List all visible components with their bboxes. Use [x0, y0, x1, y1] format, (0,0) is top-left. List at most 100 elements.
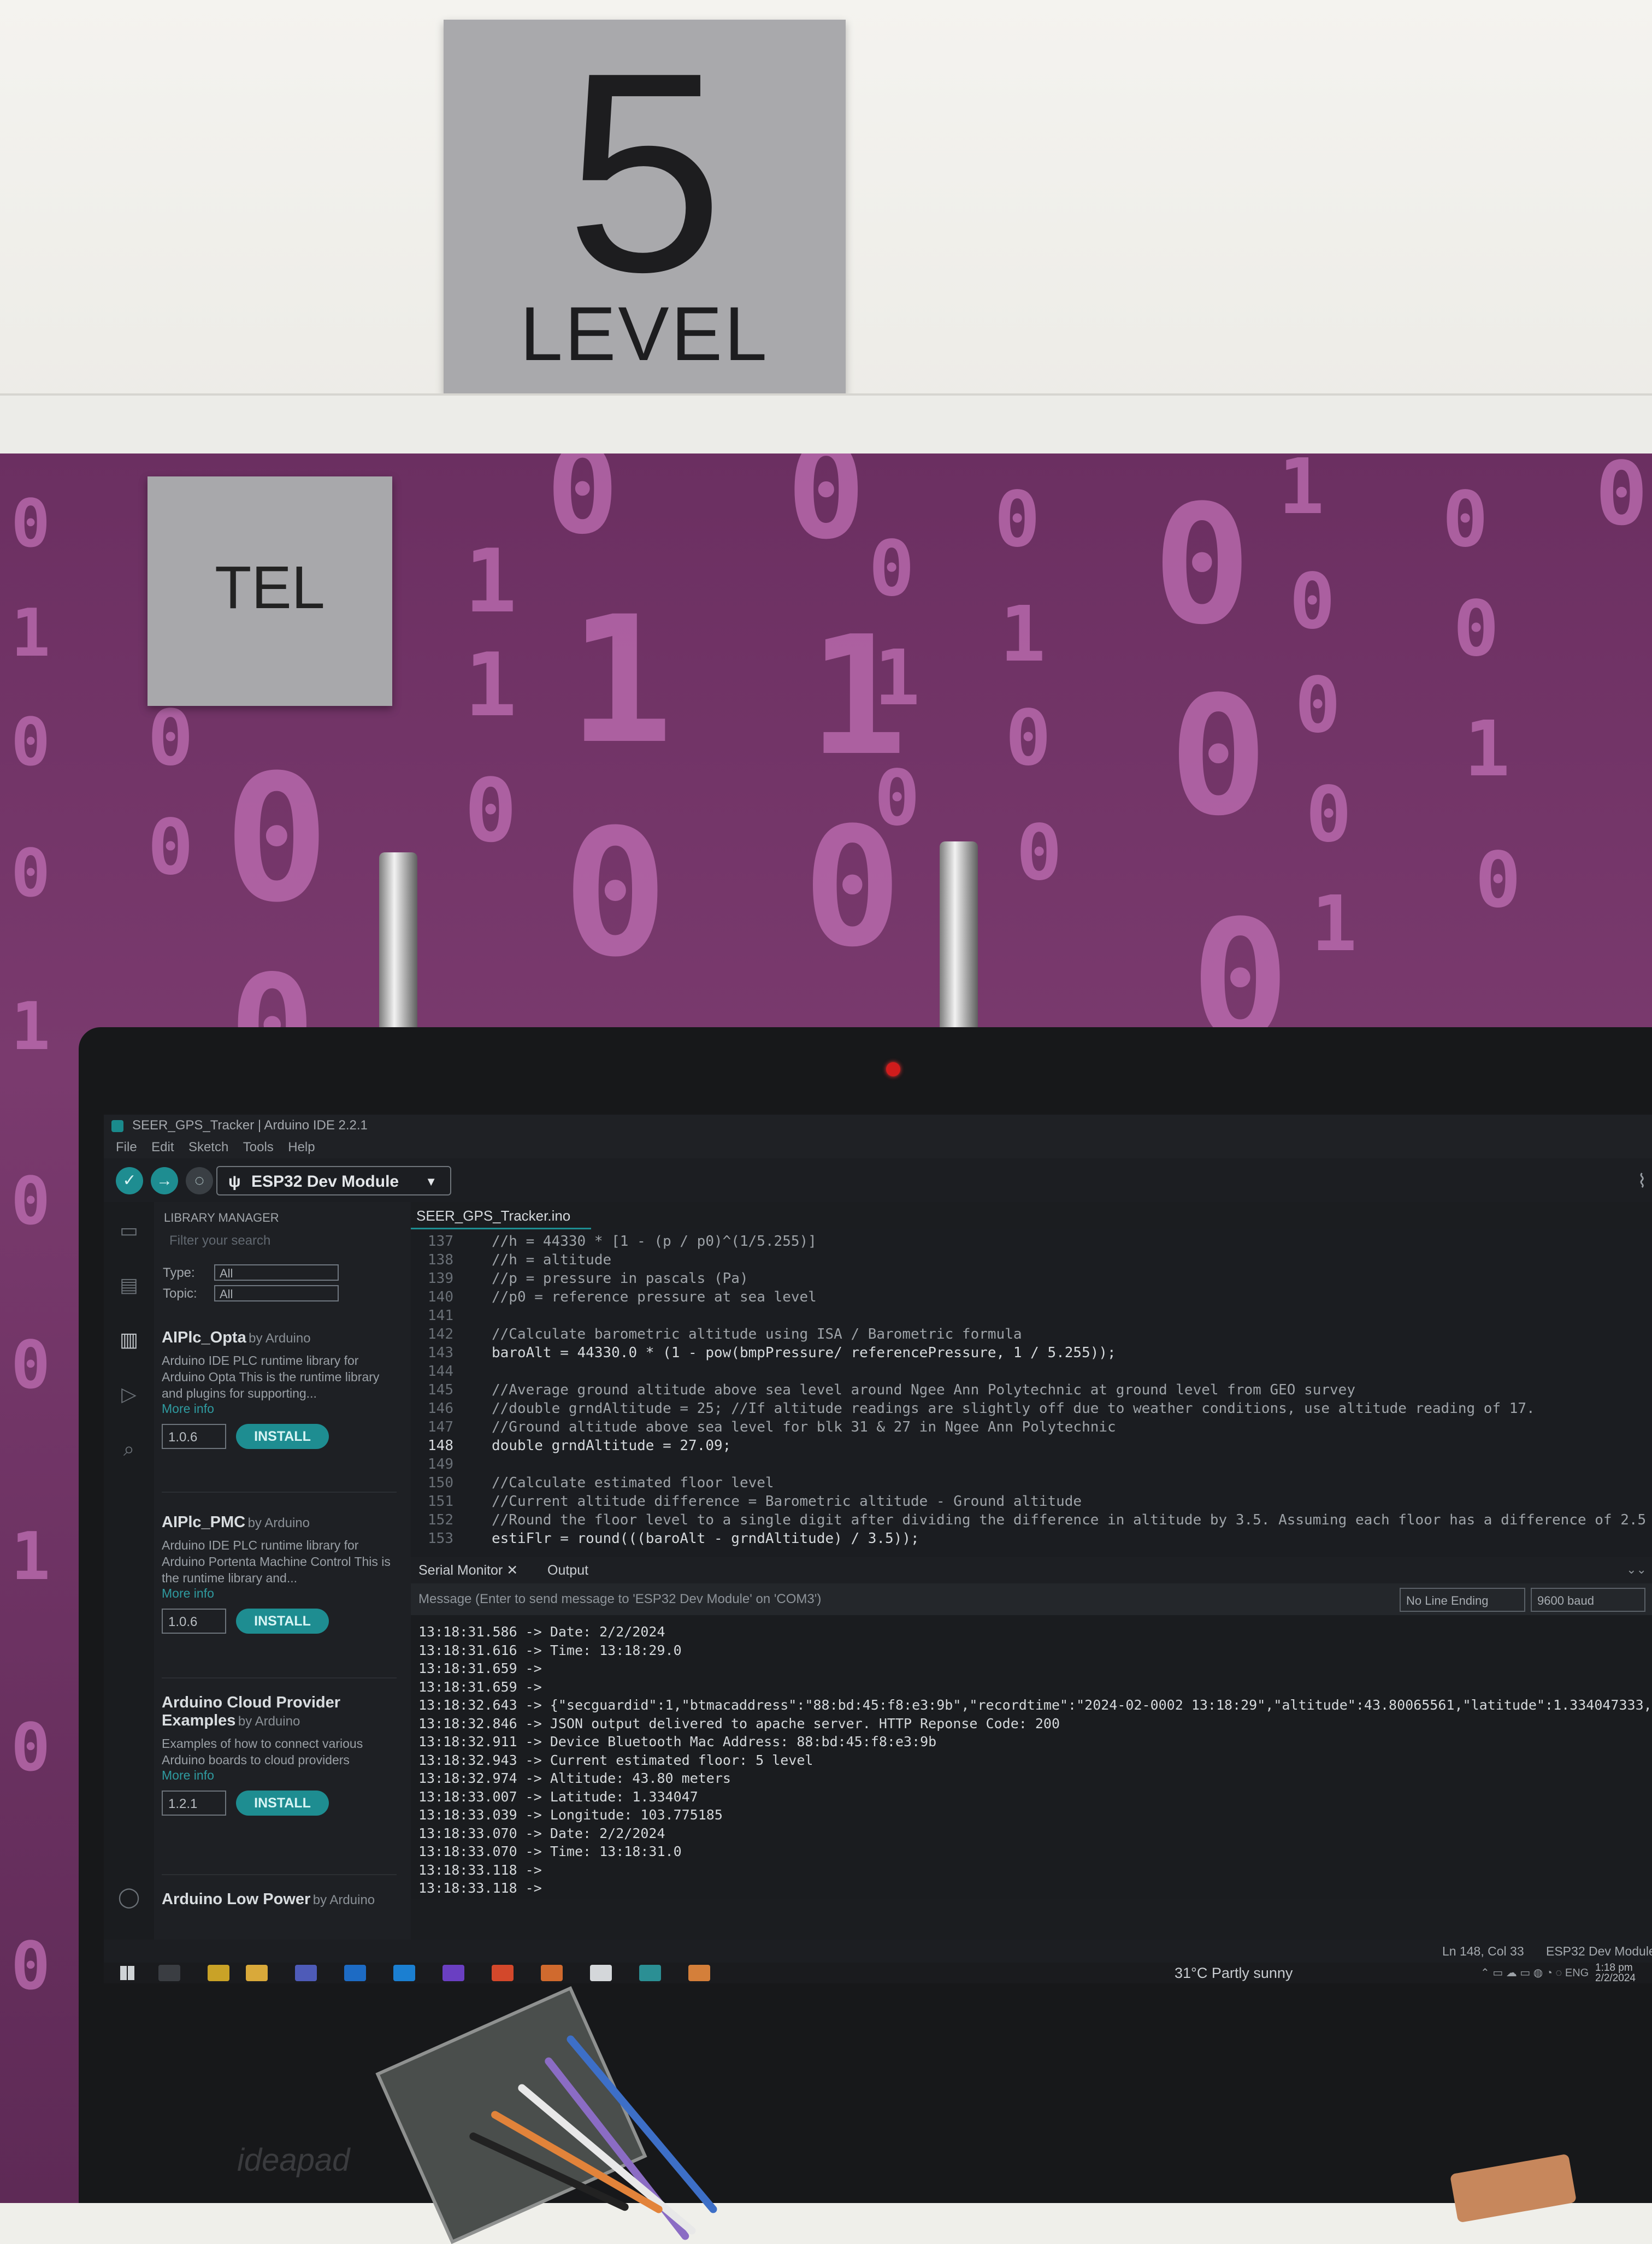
serial-line: 13:18:32.846 -> JSON output delivered to…: [418, 1715, 1060, 1731]
teams-icon[interactable]: [295, 1965, 317, 1981]
library-entry: AIPlc_PMC by Arduino Arduino IDE PLC run…: [162, 1513, 397, 1634]
menu-edit[interactable]: Edit: [151, 1136, 174, 1158]
serial-line: 13:18:31.659 ->: [418, 1660, 542, 1676]
serial-line: 13:18:33.070 -> Date: 2/2/2024: [418, 1825, 665, 1841]
code-line: 149: [411, 1456, 492, 1474]
code-text: //p0 = reference pressure at sea level: [492, 1289, 817, 1305]
panel-controls-icon[interactable]: ⌄⌄: [1626, 1563, 1647, 1577]
serial-plotter-icon[interactable]: ⌇: [1637, 1170, 1647, 1192]
serial-message-input[interactable]: Message (Enter to send message to 'ESP32…: [418, 1583, 821, 1615]
code-line: 153 estiFlr = round(((baroAlt - grndAltit…: [411, 1530, 919, 1548]
code-line: 142 //Calculate barometric altitude using…: [411, 1326, 1022, 1344]
serial-line: 13:18:33.007 -> Latitude: 1.334047: [418, 1788, 698, 1805]
verify-button[interactable]: ✓: [116, 1167, 143, 1194]
code-line: 141: [411, 1307, 492, 1325]
code-text: double grndAltitude = 27.09;: [492, 1438, 731, 1454]
visual-studio-icon[interactable]: [442, 1965, 464, 1981]
library-manager-icon[interactable]: ▥: [117, 1328, 141, 1352]
code-line: 152 //Round the floor level to a single d…: [411, 1511, 1652, 1529]
serial-line: 13:18:33.118 ->: [418, 1862, 542, 1878]
serial-line: 13:18:31.659 ->: [418, 1678, 542, 1695]
code-line: 144: [411, 1363, 492, 1381]
topic-filter-select[interactable]: All: [214, 1285, 339, 1301]
tab-output[interactable]: Output: [547, 1557, 588, 1583]
arduino-app-icon: [111, 1120, 123, 1132]
library-entry: AIPlc_Opta by Arduino Arduino IDE PLC ru…: [162, 1329, 397, 1449]
debug-icon[interactable]: ▷: [117, 1382, 141, 1406]
library-install-button[interactable]: INSTALL: [236, 1791, 329, 1816]
windows-start-icon[interactable]: [120, 1966, 134, 1980]
cursor-position: Ln 148, Col 33: [1442, 1944, 1524, 1958]
arduino-taskbar-icon[interactable]: [639, 1965, 661, 1981]
library-install-button[interactable]: INSTALL: [236, 1424, 329, 1449]
menu-file[interactable]: File: [116, 1136, 137, 1158]
line-number: 145: [428, 1382, 453, 1398]
brave-browser-icon[interactable]: [492, 1965, 514, 1981]
serial-line: 13:18:32.974 -> Altitude: 43.80 meters: [418, 1770, 731, 1786]
boards-manager-icon[interactable]: ▤: [117, 1273, 141, 1297]
library-install-button[interactable]: INSTALL: [236, 1609, 329, 1634]
taskbar-clock[interactable]: 1:18 pm 2/2/2024: [1595, 1963, 1636, 1983]
menu-tools[interactable]: Tools: [243, 1136, 274, 1158]
editor-tab[interactable]: SEER_GPS_Tracker.ino: [411, 1202, 591, 1229]
line-number: 137: [428, 1233, 453, 1250]
type-filter-label: Type:: [163, 1265, 195, 1280]
task-view-icon[interactable]: [158, 1965, 180, 1981]
library-description: Examples of how to connect various Ardui…: [162, 1736, 363, 1767]
sticky-notes-icon[interactable]: [208, 1965, 229, 1981]
serial-line: 13:18:31.586 -> Date: 2/2/2024: [418, 1624, 665, 1640]
weather-widget[interactable]: 31°C Partly sunny: [1175, 1963, 1293, 1983]
laptop: ideapad SEER_GPS_Tracker | Arduino IDE 2…: [79, 1027, 1652, 2203]
debug-button[interactable]: ◌: [186, 1167, 213, 1194]
code-line: 147 //Ground altitude above sea level for…: [411, 1418, 1116, 1436]
line-ending-select[interactable]: No Line Ending: [1400, 1588, 1525, 1612]
code-line: 140 //p0 = reference pressure at sea leve…: [411, 1288, 817, 1306]
divider: [162, 1677, 397, 1678]
system-tray[interactable]: ⌃ ▭ ☁ ▭ ◍ ◔ ◌ ENG: [1480, 1963, 1589, 1983]
language-indicator[interactable]: ENG: [1565, 1967, 1589, 1979]
library-more-info-link[interactable]: More info: [162, 1586, 397, 1601]
inbox-icon[interactable]: [590, 1965, 612, 1981]
snipping-tool-icon[interactable]: [541, 1965, 563, 1981]
baud-rate-select[interactable]: 9600 baud: [1531, 1588, 1645, 1612]
outlook-icon[interactable]: [344, 1965, 366, 1981]
file-explorer-icon[interactable]: [246, 1965, 268, 1981]
tel-sign-text: TEL: [215, 554, 325, 621]
tab-serial-monitor[interactable]: Serial Monitor ✕: [418, 1557, 518, 1583]
laptop-screen: SEER_GPS_Tracker | Arduino IDE 2.2.1 Fil…: [104, 1115, 1652, 1983]
library-entry: Arduino Cloud Provider Examples by Ardui…: [162, 1694, 397, 1816]
search-icon[interactable]: ⌕: [117, 1437, 141, 1461]
library-search-input[interactable]: Filter your search: [162, 1229, 397, 1252]
board-selector[interactable]: ψ ESP32 Dev Module ▼: [216, 1166, 451, 1195]
library-more-info-link[interactable]: More info: [162, 1401, 397, 1416]
code-editor[interactable]: 137 //h = 44330 * [1 - (p / p0)^(1/5.255)…: [411, 1229, 1652, 1557]
menu-sketch[interactable]: Sketch: [188, 1136, 228, 1158]
library-author: by Arduino: [312, 1893, 375, 1907]
vscode-icon[interactable]: [393, 1965, 415, 1981]
line-number: 144: [428, 1363, 453, 1380]
code-line: 138 //h = altitude: [411, 1251, 611, 1269]
library-more-info-link[interactable]: More info: [162, 1768, 397, 1783]
divider: [162, 1874, 397, 1875]
code-text: //h = 44330 * [1 - (p / p0)^(1/5.255)]: [492, 1233, 817, 1250]
library-name: AIPlc_PMC: [162, 1513, 246, 1531]
code-text: estiFlr = round(((baroAlt - grndAltitude…: [492, 1530, 919, 1547]
library-version-select[interactable]: 1.0.6: [162, 1424, 226, 1449]
app-taskbar-icon[interactable]: [688, 1965, 710, 1981]
line-number: 147: [428, 1419, 453, 1435]
library-version-select[interactable]: 1.2.1: [162, 1791, 226, 1816]
usb-icon: ψ: [228, 1173, 241, 1191]
code-text: //p = pressure in pascals (Pa): [492, 1270, 748, 1287]
serial-line: 13:18:32.911 -> Device Bluetooth Mac Add…: [418, 1734, 937, 1750]
line-number: 146: [428, 1400, 453, 1417]
library-version-select[interactable]: 1.0.6: [162, 1609, 226, 1634]
upload-button[interactable]: →: [151, 1167, 178, 1194]
line-number: 139: [428, 1270, 453, 1287]
profile-icon[interactable]: ◯: [117, 1885, 141, 1909]
type-filter-select[interactable]: All: [214, 1264, 339, 1281]
menu-help[interactable]: Help: [288, 1136, 315, 1158]
webcam-indicator: [886, 1062, 900, 1076]
close-icon[interactable]: ✕: [506, 1563, 518, 1578]
sketchbook-icon[interactable]: ▭: [117, 1218, 141, 1242]
board-port-status: ESP32 Dev Module on COM3: [1546, 1944, 1652, 1958]
